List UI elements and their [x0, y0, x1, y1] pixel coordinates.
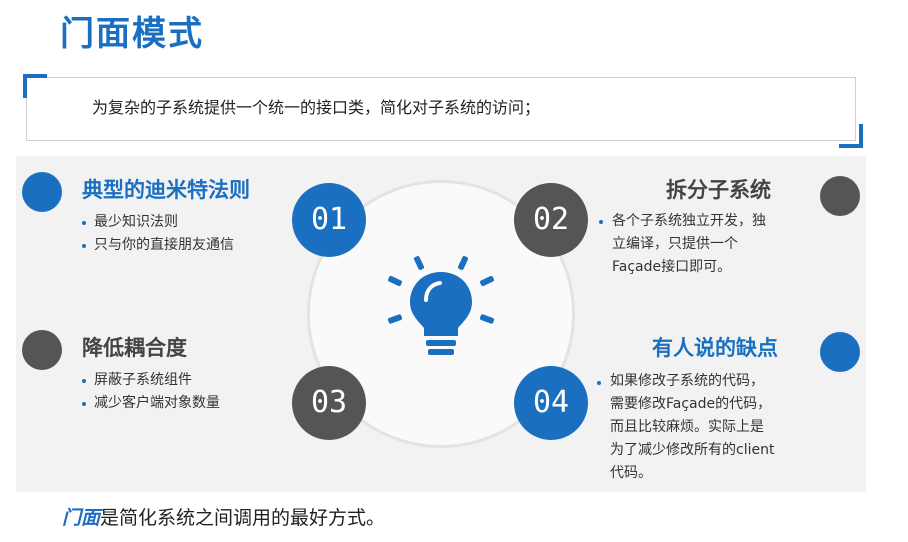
number-badge-01: 01: [292, 183, 366, 257]
point-1-dot: [22, 172, 62, 212]
footer-text: 是简化系统之间调用的最好方式。: [100, 507, 386, 529]
point-3-dot: [22, 330, 62, 370]
corner-bracket-bottom-right: [839, 124, 863, 148]
point-3-list: 屏蔽子系统组件 减少客户端对象数量: [80, 369, 220, 415]
point-4-bullet: [597, 381, 601, 385]
footer-summary: 门面是简化系统之间调用的最好方式。: [62, 503, 385, 530]
point-1-list: 最少知识法则 只与你的直接朋友通信: [80, 211, 234, 257]
point-2-dot: [820, 176, 860, 216]
point-4-dot: [820, 332, 860, 372]
point-2-heading: 拆分子系统: [666, 178, 771, 202]
point-2-text: 各个子系统独立开发，独 立编译，只提供一个 Façade接口即可。: [612, 213, 766, 275]
point-3-heading: 降低耦合度: [82, 336, 187, 360]
number-badge-03: 03: [292, 366, 366, 440]
footer-emphasis: 门面: [62, 507, 101, 529]
number-badge-04: 04: [514, 366, 588, 440]
lightbulb-icon: [387, 256, 495, 355]
list-item: 屏蔽子系统组件: [80, 369, 220, 392]
point-2-bullet: [599, 220, 603, 224]
list-item: 最少知识法则: [80, 211, 234, 234]
number-badge-02: 02: [514, 183, 588, 257]
point-4-heading: 有人说的缺点: [652, 336, 778, 360]
definition-text: 为复杂的子系统提供一个统一的接口类，简化对子系统的访问；: [92, 98, 541, 117]
corner-bracket-top-left: [23, 74, 47, 98]
point-1-heading: 典型的迪米特法则: [82, 178, 250, 202]
point-4-text: 如果修改子系统的代码， 需要修改Façade的代码， 而且比较麻烦。实际上是 为…: [610, 373, 775, 481]
list-item: 减少客户端对象数量: [80, 392, 220, 415]
list-item: 只与你的直接朋友通信: [80, 234, 234, 257]
page-title: 门面模式: [60, 14, 204, 54]
